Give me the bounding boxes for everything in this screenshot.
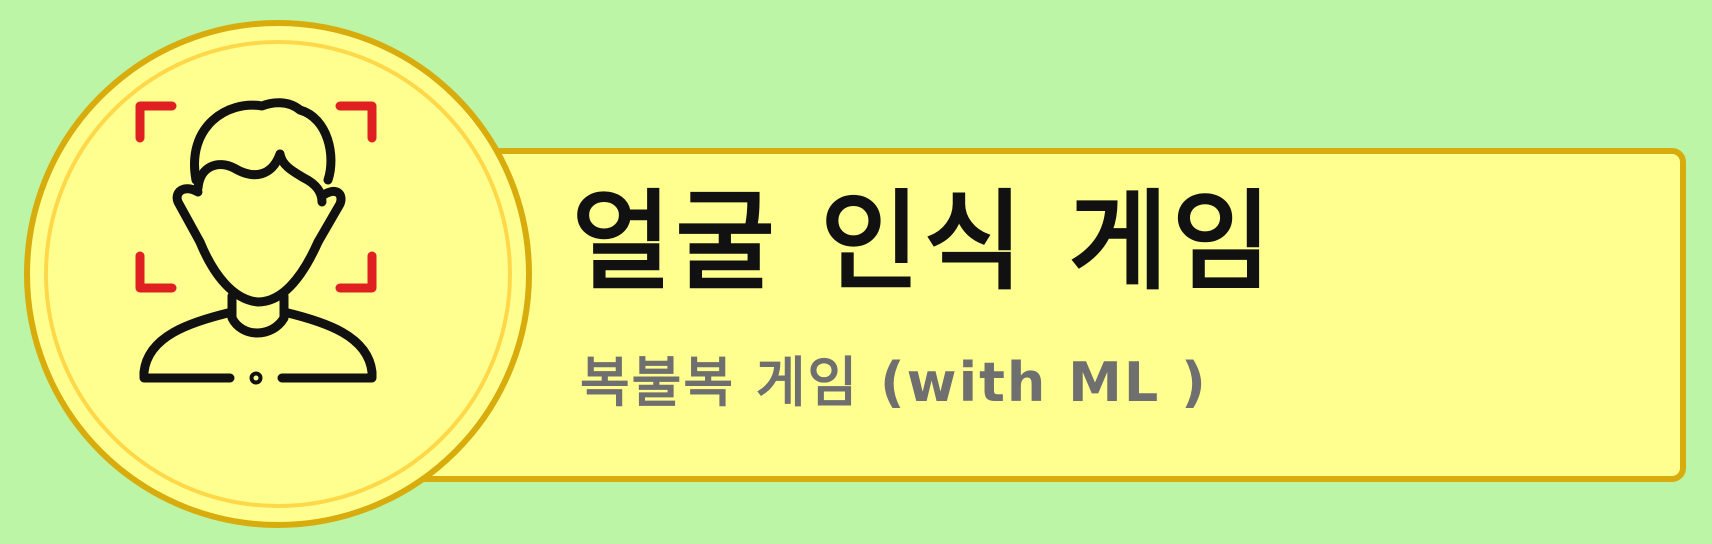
- person-outline: [139, 98, 377, 385]
- face-recognition-icon: [135, 98, 377, 385]
- page-title: 얼굴 인식 게임: [572, 180, 1276, 305]
- page-subtitle: 복불복 게임 (with ML ): [580, 351, 1208, 414]
